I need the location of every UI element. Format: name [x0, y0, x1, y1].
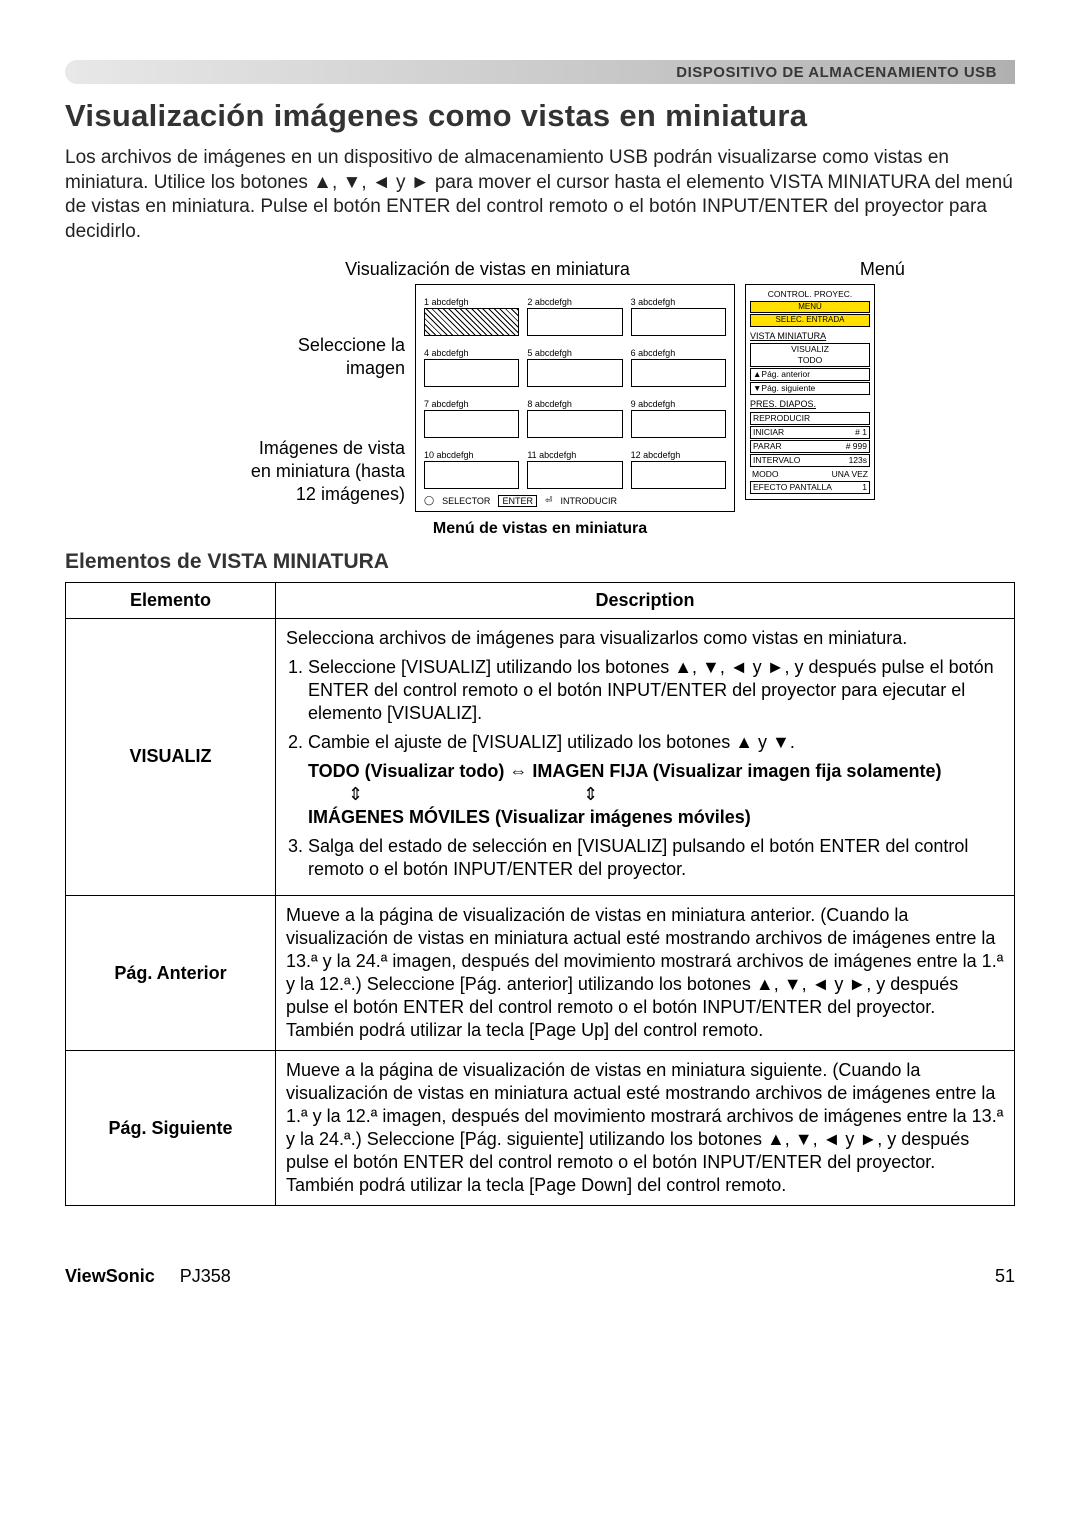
thumb-11: 11 abcdefgh	[527, 450, 622, 489]
menu-sec-vista-miniatura: VISTA MINIATURA	[750, 331, 870, 343]
thumb-1: 1 abcdefgh	[424, 297, 519, 336]
thumb-6: 6 abcdefgh	[631, 348, 726, 387]
menu-menu: MENÚ	[750, 301, 870, 313]
menu-modo: MODOUNA VEZ	[750, 468, 870, 480]
thumb-5: 5 abcdefgh	[527, 348, 622, 387]
enter-label: ENTER	[498, 495, 537, 507]
menu-reproducir: REPRODUCIR	[750, 412, 870, 425]
subsection-title: Elementos de VISTA MINIATURA	[65, 550, 1015, 574]
intro-paragraph: Los archivos de imágenes en un dispositi…	[65, 146, 1015, 245]
page-footer: ViewSonic PJ358 51	[65, 1266, 1015, 1287]
menu-iniciar: INICIAR# 1	[750, 426, 870, 439]
selector-label: SELECTOR	[442, 496, 490, 506]
label-select-image-2: imagen	[346, 358, 405, 378]
diagram-label-menu: Menú	[860, 259, 905, 280]
diagram-label-thumbnails: Visualización de vistas en miniatura	[345, 259, 630, 280]
menu-control-proyec: CONTROL. PROYEC.	[750, 289, 870, 300]
diagram-caption: Menú de vistas en miniatura	[65, 520, 1015, 538]
label-select-image-1: Seleccione la	[298, 335, 405, 355]
menu-sec-pres-diapos: PRES. DIAPOS.	[750, 399, 870, 411]
row-pag-anterior-name: Pág. Anterior	[66, 896, 276, 1051]
section-header: DISPOSITIVO DE ALMACENAMIENTO USB	[65, 60, 1015, 84]
thumb-footer: ◯ SELECTOR ENTER ⏎ INTRODUCIR	[424, 495, 726, 507]
selector-icon: ◯	[424, 495, 434, 506]
row-pag-anterior-desc: Mueve a la página de visualización de vi…	[276, 896, 1015, 1051]
menu-pag-anterior: ▲Pág. anterior	[750, 368, 870, 381]
enter-icon: ⏎	[545, 495, 553, 506]
thumb-7: 7 abcdefgh	[424, 399, 519, 438]
menu-efecto: EFECTO PANTALLA1	[750, 481, 870, 494]
introducir-label: INTRODUCIR	[561, 496, 618, 506]
menu-visualiz-row: VISUALIZ TODO	[750, 343, 870, 367]
row-visualiz-name: VISUALIZ	[66, 618, 276, 895]
section-header-text: DISPOSITIVO DE ALMACENAMIENTO USB	[676, 64, 997, 81]
visualiz-cycle-line1: TODO (Visualizar todo) ⇔ IMAGEN FIJA (Vi…	[308, 760, 1004, 783]
col-elemento: Elemento	[66, 582, 276, 618]
updown-icon-1: ⇕	[348, 783, 363, 806]
visualiz-cycle-line2: IMÁGENES MÓVILES (Visualizar imágenes mó…	[308, 806, 1004, 829]
label-thumb-count-1: Imágenes de vista	[259, 438, 405, 458]
footer-page-number: 51	[995, 1266, 1015, 1287]
thumb-3: 3 abcdefgh	[631, 297, 726, 336]
label-thumb-count-3: 12 imágenes)	[296, 484, 405, 504]
row-pag-siguiente-name: Pág. Siguiente	[66, 1051, 276, 1206]
thumbnail-grid-box: 1 abcdefgh 2 abcdefgh 3 abcdefgh 4 abcde…	[415, 284, 735, 512]
thumb-2: 2 abcdefgh	[527, 297, 622, 336]
visualiz-step2: Cambie el ajuste de [VISUALIZ] utilizado…	[308, 731, 1004, 829]
updown-icon-2: ⇕	[583, 783, 598, 806]
visualiz-step1: Seleccione [VISUALIZ] utilizando los bot…	[308, 656, 1004, 725]
row-visualiz-desc: Selecciona archivos de imágenes para vis…	[276, 618, 1015, 895]
thumb-9: 9 abcdefgh	[631, 399, 726, 438]
diagram-left-labels: Seleccione la imagen Imágenes de vista e…	[205, 284, 405, 507]
menu-selec-entrada: SELEC. ENTRADA	[750, 314, 870, 326]
diagram: Visualización de vistas en miniatura Men…	[65, 259, 1015, 538]
col-description: Description	[276, 582, 1015, 618]
thumb-10: 10 abcdefgh	[424, 450, 519, 489]
menu-intervalo: INTERVALO123s	[750, 454, 870, 467]
menu-parar: PARAR# 999	[750, 440, 870, 453]
projector-menu-box: CONTROL. PROYEC. MENÚ SELEC. ENTRADA VIS…	[745, 284, 875, 501]
page-title: Visualización imágenes como vistas en mi…	[65, 98, 1015, 134]
visualiz-intro: Selecciona archivos de imágenes para vis…	[286, 627, 1004, 650]
footer-model: PJ358	[180, 1266, 231, 1286]
row-pag-siguiente-desc: Mueve a la página de visualización de vi…	[276, 1051, 1015, 1206]
label-thumb-count-2: en miniatura (hasta	[251, 461, 405, 481]
footer-brand: ViewSonic	[65, 1266, 155, 1286]
menu-pag-siguiente: ▼Pág. siguiente	[750, 382, 870, 395]
thumb-12: 12 abcdefgh	[631, 450, 726, 489]
elements-table: Elemento Description VISUALIZ Selecciona…	[65, 582, 1015, 1207]
visualiz-step3: Salga del estado de selección en [VISUAL…	[308, 835, 1004, 881]
thumb-8: 8 abcdefgh	[527, 399, 622, 438]
thumb-4: 4 abcdefgh	[424, 348, 519, 387]
